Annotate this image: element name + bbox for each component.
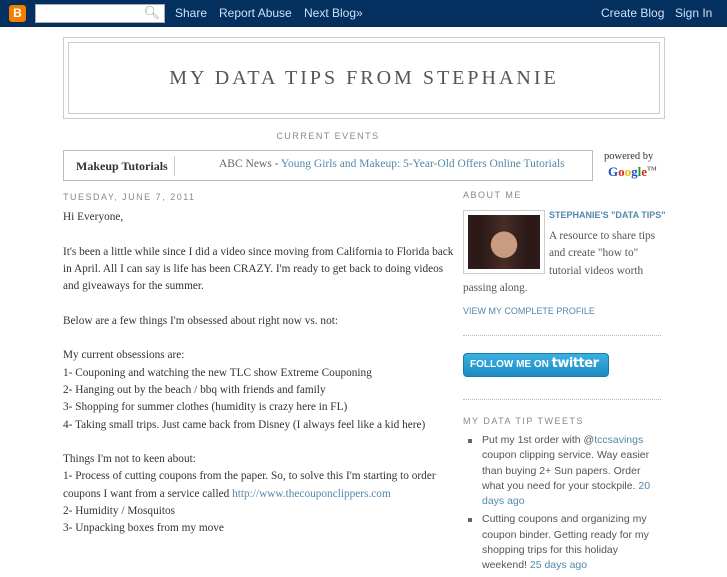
news-bar: Makeup Tutorials ABC News - Young Girls … [63,150,593,181]
profile-description: A resource to share tips and create "how… [463,228,663,297]
share-link[interactable]: Share [175,6,207,20]
profile-name-link[interactable]: STEPHANIE'S "DATA TIPS" [549,210,666,220]
sign-in-link[interactable]: Sign In [675,6,712,20]
view-profile-link[interactable]: VIEW MY COMPLETE PROFILE [463,306,595,316]
post-line: 1- Process of cutting coupons from the p… [63,470,436,483]
desc-line: passing along. [463,281,528,294]
blog-header: MY DATA TIPS FROM STEPHANIE [63,37,665,119]
post-line: 1- Couponing and watching the new TLC sh… [63,366,372,379]
post-line: 3- Shopping for summer clothes (humidity… [63,401,348,414]
desc-line: and create "how to" [549,247,639,260]
news-topic: Makeup Tutorials [76,159,168,173]
google-logo[interactable]: GoogleTM [608,164,657,180]
report-abuse-link[interactable]: Report Abuse [219,6,292,20]
post-line: Hi Everyone, [63,211,124,223]
post-line: in April. All I can say is life has been… [63,262,444,275]
tweet-list: Put my 1st order with @tccsavings coupon… [463,433,663,577]
post-line: Below are a few things I'm obsessed abou… [63,314,338,327]
post-body: Hi Everyone, It's been a little while sin… [63,209,454,538]
desc-line: A resource to share tips [549,230,656,242]
post-line: 4- Taking small trips. Just came back fr… [63,418,426,431]
blogger-navbar: B 🔍︎ Share Report Abuse Next Blog» Creat… [0,0,727,27]
powered-by: powered by [604,151,654,162]
news-headline-link[interactable]: Young Girls and Makeup: 5-Year-Old Offer… [281,158,565,170]
post-line: My current obsessions are: [63,349,185,362]
current-events-heading: CURRENT EVENTS [276,131,380,141]
desc-line: tutorial videos worth [549,264,644,277]
mention-link[interactable]: tccsavings [594,434,643,446]
news-source: ABC News - [219,158,281,170]
sidebar: ABOUT ME STEPHANIE'S "DATA TIPS" A resou… [463,190,666,571]
post-line: 2- Humidity / Mosquitos [63,505,176,518]
post-line [63,330,438,347]
divider [174,156,175,176]
next-blog-link[interactable]: Next Blog» [304,6,363,20]
post-line [63,226,438,243]
tweet-item: Put my 1st order with @tccsavings coupon… [463,433,663,509]
post-line: 3- Unpacking boxes from my move [63,522,224,535]
create-blog-link[interactable]: Create Blog [601,6,664,20]
search-input[interactable]: 🔍︎ [35,4,165,23]
about-me-heading: ABOUT ME [463,190,522,200]
tweets-heading: MY DATA TIP TWEETS [463,416,585,426]
post-line: and giveaways for the summer. [63,280,204,293]
post-line [63,434,438,451]
post-date: TUESDAY, JUNE 7, 2011 [63,192,196,202]
post-line: It's been a little while since I did a v… [63,245,454,258]
news-item: ABC News - Young Girls and Makeup: 5-Yea… [219,158,565,170]
post-line: coupons I want from a service called htt… [63,487,391,500]
coupon-clippers-link[interactable]: http://www.thecouponclippers.com [232,488,391,500]
tweet-item: Cutting coupons and organizing my coupon… [463,512,663,573]
post-line [63,295,438,312]
post-line: Things I'm not to keen about: [63,453,196,466]
tweet-time-link[interactable]: 25 days ago [530,559,587,571]
post-line: 2- Hanging out by the beach / bbq with f… [63,383,326,396]
blog-title[interactable]: MY DATA TIPS FROM STEPHANIE [68,42,660,114]
search-icon[interactable]: 🔍︎ [143,6,160,21]
blogger-logo-icon[interactable]: B [9,5,26,22]
divider [463,399,661,400]
follow-twitter-button[interactable]: FOLLOW ME ON twitter [463,353,609,377]
divider [463,335,661,336]
